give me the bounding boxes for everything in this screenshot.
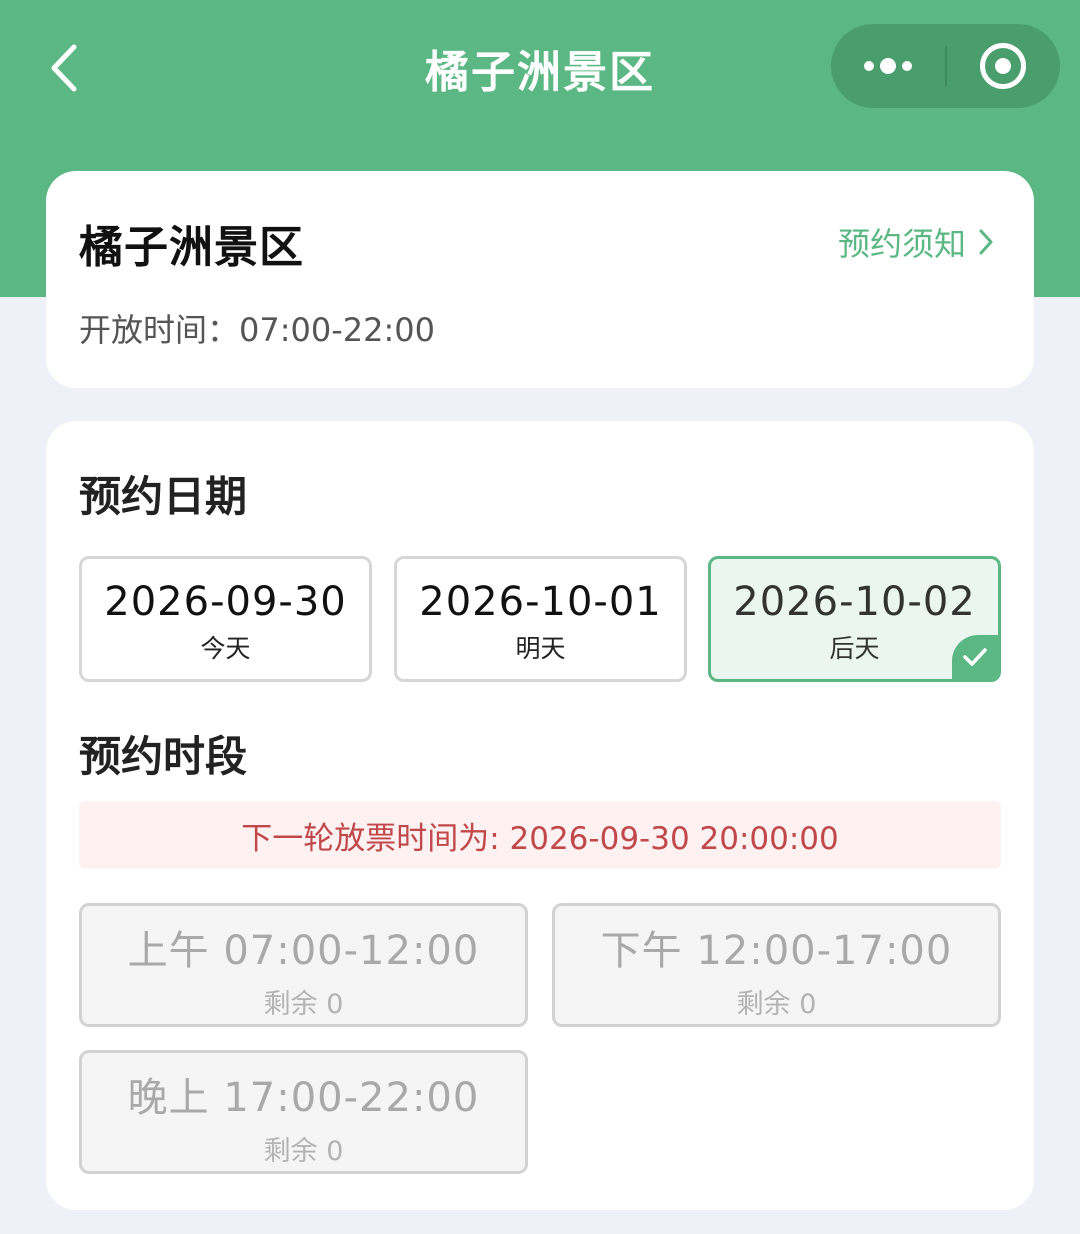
timeslot-section-title: 预约时段 [79, 732, 248, 781]
target-circle-icon [980, 43, 1027, 89]
booking-card: 预约日期 2026-09-30 今天 2026-10-01 明天 2026-10… [46, 421, 1034, 1210]
mini-program-capsule [831, 24, 1060, 108]
booking-notice-label: 预约须知 [837, 225, 966, 263]
timeslot-evening[interactable]: 晚上 17:00-22:00 剩余 0 [79, 1050, 528, 1174]
date-option-today[interactable]: 2026-09-30 今天 [79, 556, 372, 682]
opening-hours: 开放时间：07:00-22:00 [79, 311, 435, 349]
release-time-notice: 下一轮放票时间为: 2026-09-30 20:00:00 [79, 801, 1001, 869]
date-value: 2026-10-02 [733, 579, 976, 625]
slot-time: 上午 07:00-12:00 [127, 928, 480, 974]
date-label: 今天 [200, 634, 251, 663]
date-value: 2026-10-01 [419, 579, 662, 625]
more-dots-icon [863, 58, 912, 74]
slot-remaining: 剩余 0 [263, 1136, 344, 1167]
date-label: 明天 [515, 634, 566, 663]
timeslot-afternoon[interactable]: 下午 12:00-17:00 剩余 0 [552, 903, 1001, 1027]
timeslot-morning[interactable]: 上午 07:00-12:00 剩余 0 [79, 903, 528, 1027]
date-option-day-after[interactable]: 2026-10-02 后天 [708, 556, 1001, 682]
scenic-title: 橘子洲景区 [79, 222, 304, 273]
slot-time: 晚上 17:00-22:00 [127, 1075, 480, 1121]
booking-page: 橘子洲景区 橘子洲景区 预约须知 开放时间：07:00-22:00 预约日期 2… [0, 0, 1080, 1234]
slot-remaining: 剩余 0 [736, 989, 817, 1020]
more-button[interactable] [831, 24, 945, 108]
checkmark-icon [963, 648, 987, 666]
slot-time: 下午 12:00-17:00 [600, 928, 953, 974]
scenic-info-card: 橘子洲景区 预约须知 开放时间：07:00-22:00 [46, 171, 1034, 388]
slot-remaining: 剩余 0 [263, 989, 344, 1020]
date-option-tomorrow[interactable]: 2026-10-01 明天 [394, 556, 687, 682]
date-section-title: 预约日期 [79, 472, 248, 521]
selected-check-badge [952, 635, 998, 679]
booking-notice-link[interactable]: 预约须知 [838, 219, 994, 265]
close-button[interactable] [947, 24, 1061, 108]
date-value: 2026-09-30 [104, 579, 347, 625]
chevron-right-icon [979, 229, 993, 255]
